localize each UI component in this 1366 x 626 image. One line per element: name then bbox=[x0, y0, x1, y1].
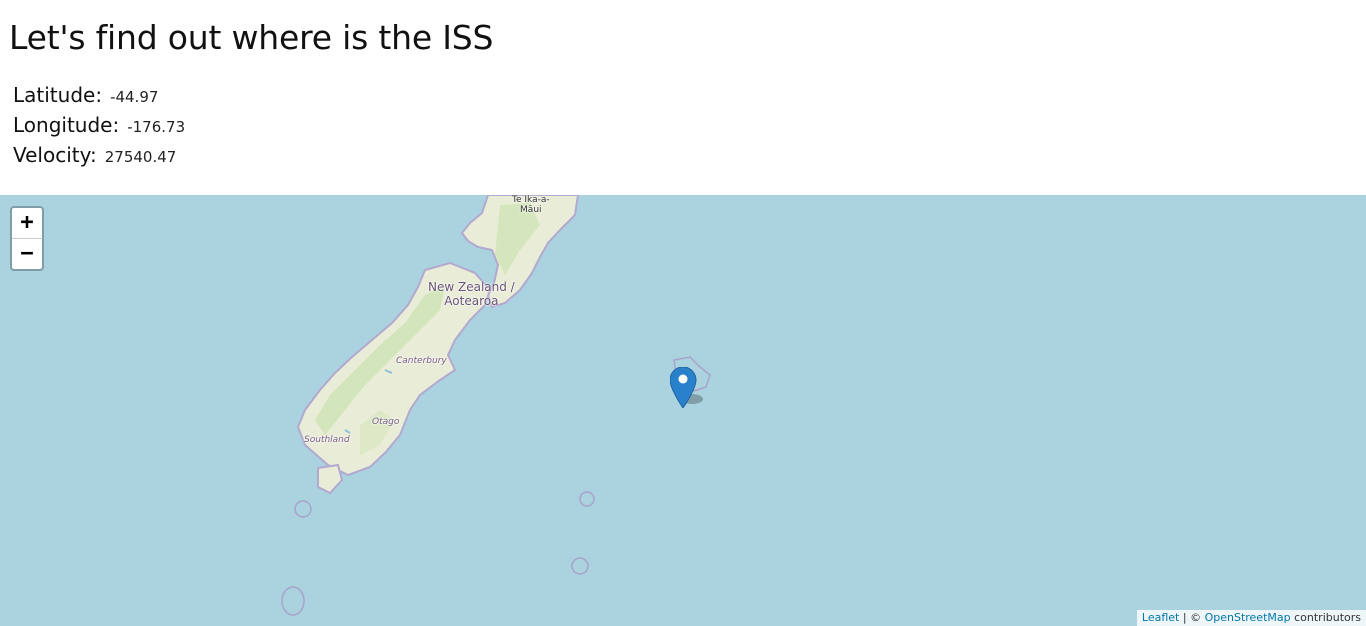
stewart-island-shape bbox=[317, 463, 344, 495]
velocity-row: Velocity: 27540.47 bbox=[13, 143, 185, 173]
longitude-label: Longitude: bbox=[13, 113, 120, 137]
latitude-row: Latitude: -44.97 bbox=[13, 83, 185, 113]
leaflet-link[interactable]: Leaflet bbox=[1142, 611, 1179, 624]
openstreetmap-link[interactable]: OpenStreetMap bbox=[1205, 611, 1291, 624]
header: Let's find out where is the ISS Latitude… bbox=[0, 0, 1366, 195]
attribution-separator: | © bbox=[1179, 611, 1205, 624]
island-outline bbox=[579, 491, 595, 507]
velocity-label: Velocity: bbox=[13, 143, 97, 167]
region-label-canterbury: Canterbury bbox=[396, 356, 447, 366]
city-label: Te Ika-a- Māui bbox=[512, 195, 550, 215]
region-label-southland: Southland bbox=[304, 435, 350, 445]
city-label-line1: Te Ika-a- bbox=[512, 195, 550, 205]
map-tiles[interactable] bbox=[0, 195, 1366, 626]
country-label: New Zealand / Aotearoa bbox=[428, 280, 515, 308]
latitude-label: Latitude: bbox=[13, 83, 103, 107]
region-label-otago: Otago bbox=[372, 417, 400, 427]
iss-stats: Latitude: -44.97 Longitude: -176.73 Velo… bbox=[13, 83, 185, 173]
zoom-out-button[interactable]: − bbox=[12, 239, 42, 269]
map-attribution: Leaflet | © OpenStreetMap contributors bbox=[1136, 610, 1366, 626]
map-pin-icon[interactable] bbox=[670, 367, 703, 408]
velocity-value: 27540.47 bbox=[104, 148, 177, 166]
latitude-value: -44.97 bbox=[110, 88, 159, 106]
zoom-control: + − bbox=[10, 206, 44, 271]
zoom-in-button[interactable]: + bbox=[12, 208, 42, 239]
country-label-line2: Aotearoa bbox=[444, 294, 499, 308]
page-title: Let's find out where is the ISS bbox=[9, 18, 494, 57]
island-outline bbox=[571, 557, 589, 575]
map[interactable]: Te Ika-a- Māui New Zealand / Aotearoa Ca… bbox=[0, 195, 1366, 626]
island-outline bbox=[294, 500, 312, 518]
attribution-suffix: contributors bbox=[1290, 611, 1361, 624]
longitude-value: -176.73 bbox=[127, 118, 186, 136]
city-label-line2: Māui bbox=[520, 205, 542, 215]
longitude-row: Longitude: -176.73 bbox=[13, 113, 185, 143]
island-outline bbox=[281, 586, 305, 616]
country-label-line1: New Zealand / bbox=[428, 280, 515, 294]
